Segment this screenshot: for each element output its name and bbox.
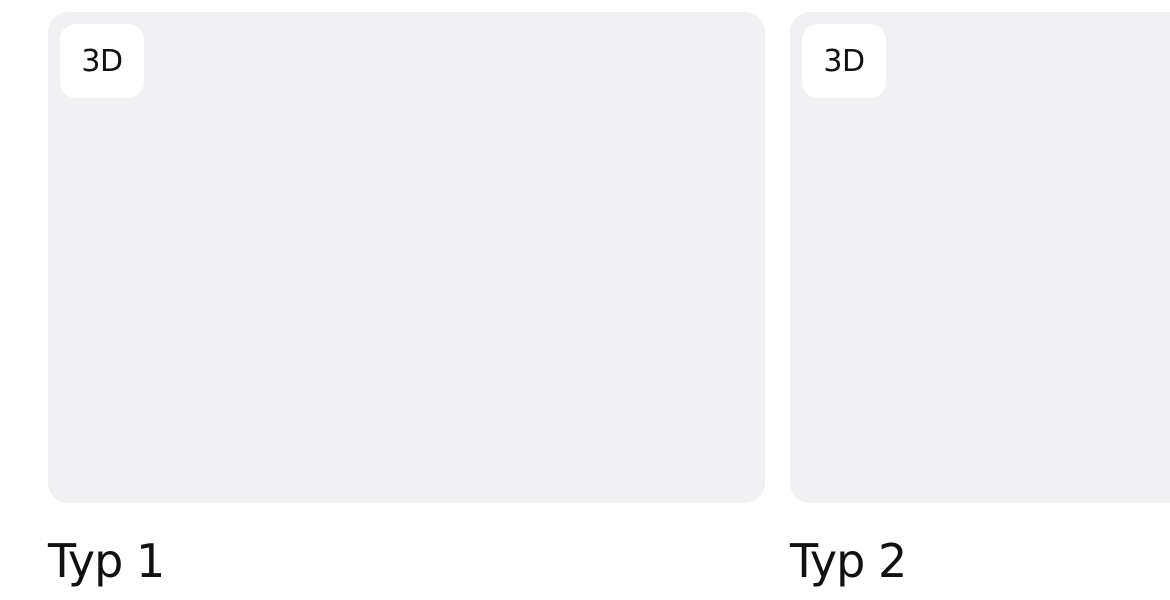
3d-badge: 3D <box>60 24 144 98</box>
product-title[interactable]: Typ 1 <box>48 535 765 587</box>
product-carousel: 3D Typ 1 3D Typ 2 <box>0 0 1170 600</box>
product-preview-image[interactable]: 3D <box>790 12 1170 503</box>
3d-badge: 3D <box>802 24 886 98</box>
product-card-typ-1[interactable]: 3D Typ 1 <box>48 12 765 587</box>
product-preview-image[interactable]: 3D <box>48 12 765 503</box>
carousel-track: 3D Typ 1 3D Typ 2 <box>48 12 1170 587</box>
product-card-typ-2[interactable]: 3D Typ 2 <box>790 12 1170 587</box>
product-title[interactable]: Typ 2 <box>790 535 1170 587</box>
